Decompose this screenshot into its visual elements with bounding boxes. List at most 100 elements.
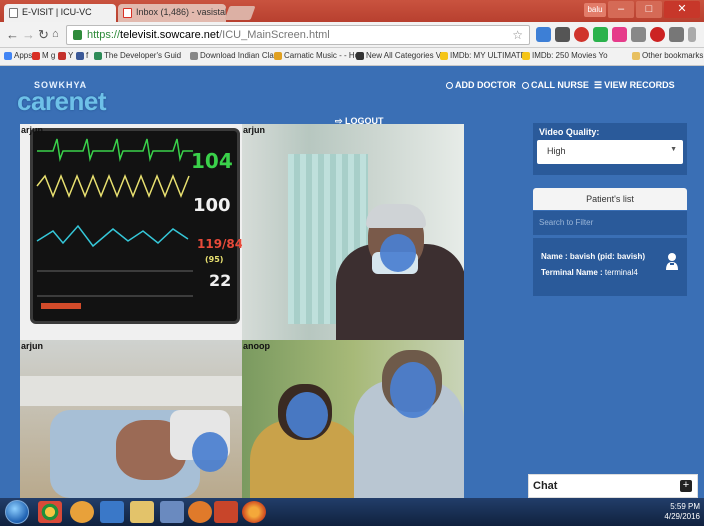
extension-icon[interactable] — [631, 27, 646, 42]
extension-icon[interactable] — [555, 27, 570, 42]
patient-name-row: Name : bavish (pid: bavish) — [541, 252, 646, 261]
video-user-label: anoop — [243, 341, 270, 351]
face-blur — [192, 432, 228, 472]
lock-icon — [73, 30, 82, 40]
patient-list-item[interactable]: Name : bavish (pid: bavish) Terminal Nam… — [533, 238, 687, 296]
bookmark-download-indian[interactable]: Download Indian Cla — [190, 51, 274, 60]
doctor-icon[interactable] — [665, 252, 679, 270]
bookmark-gmail[interactable]: M g — [32, 51, 55, 60]
window-controls: – □ ✕ — [608, 1, 700, 18]
back-icon[interactable]: ← — [6, 27, 19, 42]
plus-circle-icon — [446, 82, 453, 89]
system-clock[interactable]: 5:59 PM 4/29/2016 — [664, 502, 700, 522]
chat-panel[interactable]: Chat + — [528, 474, 698, 498]
maximize-button[interactable]: □ — [636, 1, 662, 18]
video-user-label: arjun — [21, 341, 44, 351]
vital-signs-monitor: 104 100 119/84 (95) 22 — [30, 128, 242, 324]
tab-evisit[interactable]: E-VISIT | ICU-VC — [4, 4, 116, 22]
face-blur — [286, 392, 328, 438]
bookmarks-bar: Apps M g Y f The Developer's Guid Downlo… — [0, 48, 704, 66]
bookmark-imdb-ultimate[interactable]: IMDb: MY ULTIMATE — [440, 51, 526, 60]
video-tile-3[interactable]: arjun — [20, 340, 242, 498]
surgical-cap — [366, 204, 426, 228]
home-icon[interactable]: ⌂ — [52, 28, 59, 40]
bookmark-new-all-categories[interactable]: New All Categories Vi — [356, 51, 443, 60]
chat-label: Chat — [533, 480, 558, 492]
browser-tab-bar: E-VISIT | ICU-VC Inbox (1,486) - vasista… — [0, 0, 704, 22]
tab-label: Inbox (1,486) - vasistabi — [136, 7, 226, 17]
call-nurse-link[interactable]: CALL NURSE — [522, 80, 589, 90]
video-tile-2[interactable]: arjun — [242, 124, 464, 340]
extension-icon[interactable] — [650, 27, 665, 42]
blood-pressure-value: 119/84 — [197, 237, 242, 251]
video-tile-1[interactable]: arjun 104 100 119/84 (95) 22 — [20, 124, 242, 340]
extension-icon[interactable] — [593, 27, 608, 42]
media-player-icon[interactable] — [70, 501, 94, 523]
bookmark-apps[interactable]: Apps — [4, 51, 32, 60]
firefox-icon[interactable] — [242, 501, 266, 523]
screen: E-VISIT | ICU-VC Inbox (1,486) - vasista… — [0, 0, 704, 526]
add-doctor-link[interactable]: ADD DOCTOR — [446, 80, 516, 90]
view-records-link[interactable]: ☰ VIEW RECORDS — [594, 80, 675, 91]
face-blur — [390, 362, 436, 418]
app-icon[interactable] — [188, 501, 212, 523]
patient-terminal-row: Terminal Name : terminal4 — [541, 268, 638, 277]
extension-icon[interactable] — [536, 27, 551, 42]
url-text: https://televisit.sowcare.net/ICU_MainSc… — [87, 29, 330, 41]
tab-label: E-VISIT | ICU-VC — [22, 7, 92, 17]
heart-rate-value: 104 — [191, 149, 233, 173]
bed-rail — [20, 376, 242, 406]
extension-icon[interactable] — [669, 27, 684, 42]
extensions — [536, 27, 696, 42]
windows-taskbar: 5:59 PM 4/29/2016 — [0, 498, 704, 526]
list-icon: ☰ — [594, 80, 603, 90]
logo: carenet — [17, 86, 107, 116]
reload-icon[interactable]: ↻ — [38, 27, 49, 43]
bp-mean-value: (95) — [205, 255, 224, 264]
video-quality-select[interactable]: High ▼ — [537, 140, 683, 164]
bookmark-other[interactable]: Other bookmarks — [632, 51, 703, 60]
tab-inbox[interactable]: Inbox (1,486) - vasistabi — [118, 4, 226, 22]
chevron-down-icon: ▼ — [670, 146, 677, 153]
url-input[interactable]: https://televisit.sowcare.net/ICU_MainSc… — [66, 25, 530, 45]
face-blur — [380, 234, 416, 272]
video-quality-label: Video Quality: — [539, 127, 600, 137]
new-tab-button[interactable] — [224, 6, 256, 20]
bookmark-imdb-250[interactable]: IMDb: 250 Movies Yo — [522, 51, 608, 60]
menu-icon[interactable] — [688, 27, 696, 42]
bookmark-carnatic-music[interactable]: Carnatic Music - - Ho — [274, 51, 359, 60]
close-window-button[interactable]: ✕ — [664, 1, 700, 18]
video-user-label: arjun — [243, 125, 266, 135]
bookmark-facebook[interactable]: f — [76, 51, 88, 60]
video-quality-value: High — [547, 146, 566, 156]
plus-circle-icon — [522, 82, 529, 89]
minimize-button[interactable]: – — [608, 1, 634, 18]
patients-list-button[interactable]: Patient's list — [533, 188, 687, 210]
plus-icon[interactable]: + — [680, 480, 692, 492]
chrome-icon[interactable] — [38, 501, 62, 523]
clock-time: 5:59 PM — [670, 502, 700, 511]
bookmark-star-icon[interactable]: ☆ — [512, 28, 523, 42]
video-tile-4[interactable]: anoop — [242, 340, 464, 498]
extension-icon[interactable] — [612, 27, 627, 42]
clock-date: 4/29/2016 — [664, 512, 700, 521]
app-icon[interactable] — [160, 501, 184, 523]
bookmark-developers-guide[interactable]: The Developer's Guid — [94, 51, 181, 60]
app-icon[interactable] — [100, 501, 124, 523]
spo2-value: 100 — [193, 195, 231, 216]
address-bar: ← → ↻ ⌂ https://televisit.sowcare.net/IC… — [0, 22, 704, 48]
start-button[interactable] — [5, 500, 29, 524]
app-main: SOWKHYA carenet ADD DOCTOR CALL NURSE ☰ V… — [0, 66, 704, 498]
video-quality-panel: Video Quality: High ▼ — [533, 123, 687, 175]
extension-icon[interactable] — [574, 27, 589, 42]
gmail-icon — [123, 8, 132, 18]
folder-icon[interactable] — [130, 501, 154, 523]
user-badge[interactable]: balu — [584, 3, 606, 17]
page-icon — [9, 8, 18, 18]
patient-filter-input[interactable]: Search to Filter — [533, 211, 687, 235]
forward-icon[interactable]: → — [22, 27, 35, 42]
video-user-label: arjun — [21, 125, 44, 135]
respiratory-rate-value: 22 — [209, 271, 232, 290]
powerpoint-icon[interactable] — [214, 501, 238, 523]
bookmark-youtube[interactable]: Y — [58, 51, 73, 60]
